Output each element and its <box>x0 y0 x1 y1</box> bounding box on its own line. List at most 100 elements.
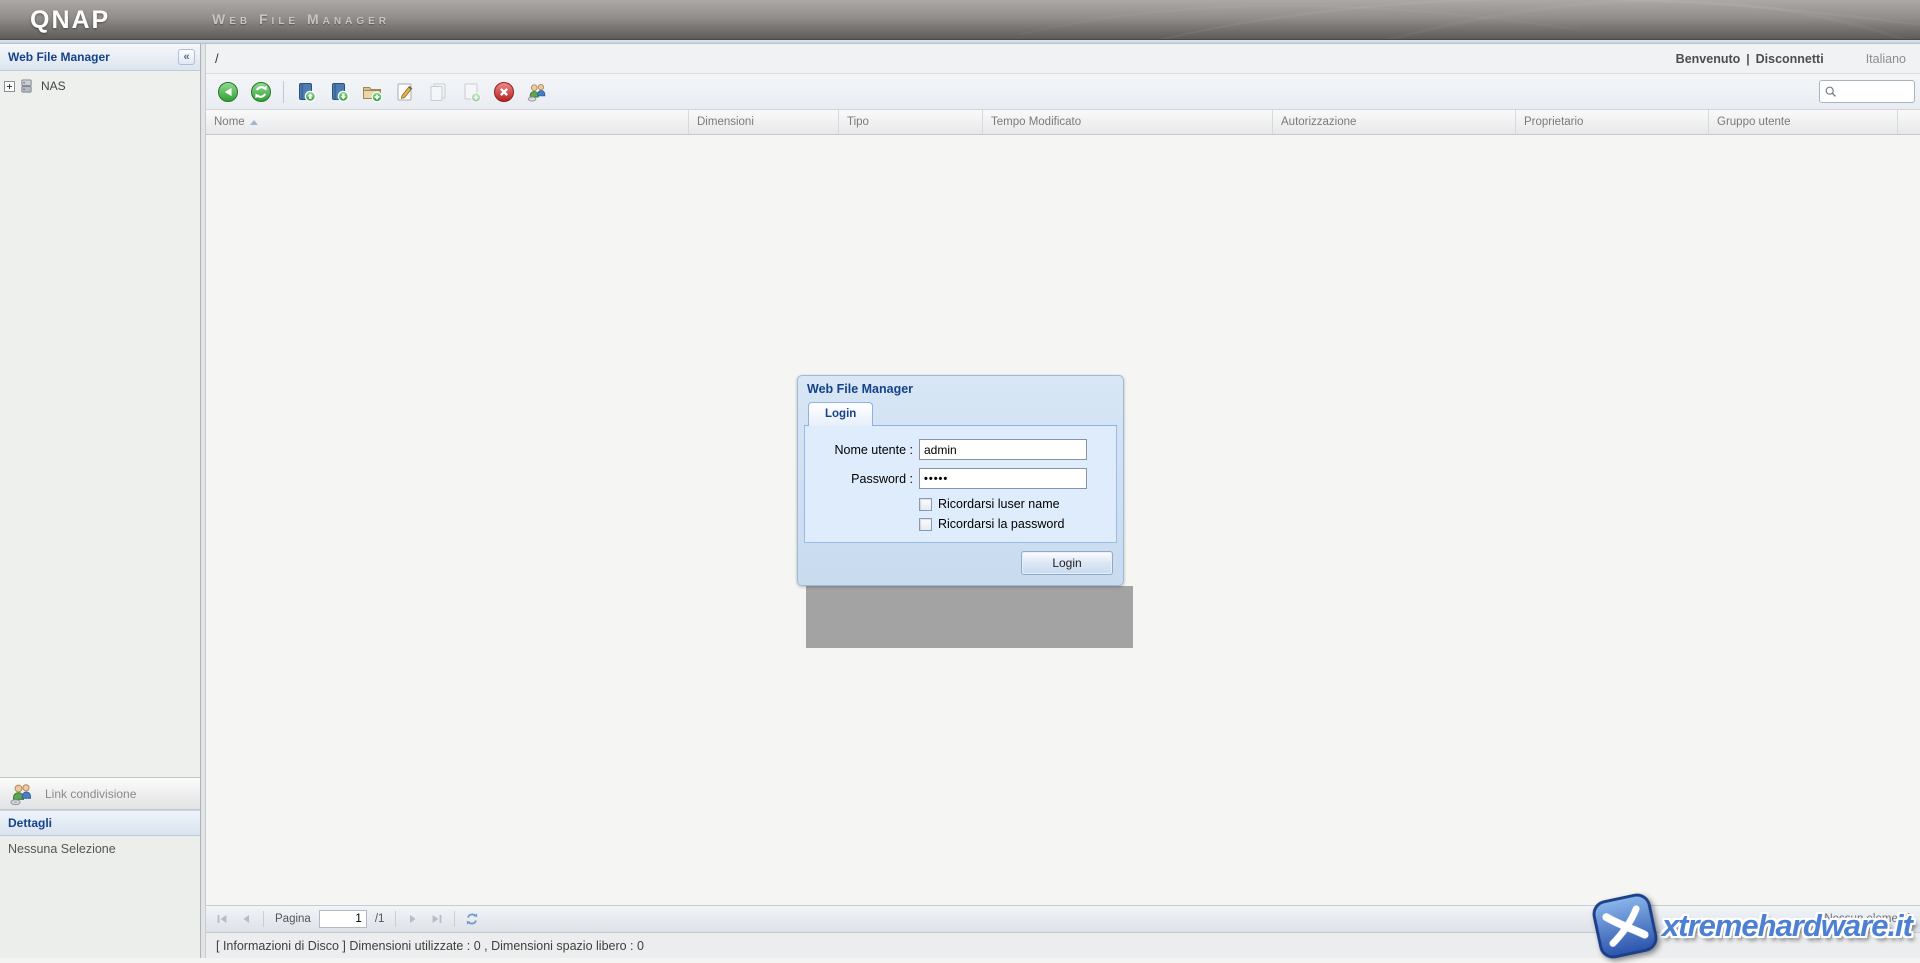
app-title: Web File Manager <box>212 11 390 27</box>
disk-info-text: [ Informazioni di Disco ] Dimensioni uti… <box>216 939 644 953</box>
logout-link[interactable]: Disconnetti <box>1756 52 1824 66</box>
status-bar: [ Informazioni di Disco ] Dimensioni uti… <box>206 932 1920 958</box>
paging-separator <box>263 911 264 927</box>
details-empty-text: Nessuna Selezione <box>8 842 116 856</box>
share-link-label[interactable]: Link condivisione <box>45 787 136 801</box>
download-button[interactable] <box>325 78 353 106</box>
new-folder-icon <box>361 81 383 103</box>
tab-login[interactable]: Login <box>808 402 873 426</box>
grid-refresh-icon <box>464 911 480 927</box>
remember-username-label: Ricordarsi luser name <box>938 497 1060 511</box>
share-link-icon <box>526 81 548 103</box>
delete-icon <box>493 81 515 103</box>
details-panel: Nessuna Selezione <box>0 836 200 958</box>
search-input[interactable] <box>1838 86 1908 98</box>
copy-button[interactable] <box>424 78 452 106</box>
search-box <box>1819 80 1915 103</box>
username-field[interactable] <box>919 439 1087 460</box>
username-label: Nome utente : <box>805 443 913 457</box>
sidebar: Web File Manager « NAS <box>0 44 201 958</box>
login-button[interactable]: Login <box>1021 551 1113 575</box>
upload-icon <box>295 81 317 103</box>
login-form: Nome utente : Password : Ricordarsi luse… <box>804 426 1117 543</box>
first-page-icon <box>214 911 230 927</box>
folder-tree: NAS <box>0 71 200 777</box>
paging-separator <box>395 911 396 927</box>
last-page-button[interactable] <box>427 909 447 929</box>
nas-server-icon <box>19 78 34 94</box>
toolbar-separator <box>283 81 284 103</box>
column-header-proprietario[interactable]: Proprietario <box>1516 110 1709 134</box>
column-label: Tipo <box>847 110 869 134</box>
dialog-footer: Login <box>798 543 1123 583</box>
welcome-link[interactable]: Benvenuto <box>1676 52 1741 66</box>
column-header-tipo[interactable]: Tipo <box>839 110 983 134</box>
tree-node-nas[interactable]: NAS <box>4 77 196 95</box>
paging-status-text: Nessun elementi <box>1824 913 1910 925</box>
page-total-label: /1 <box>375 913 385 925</box>
column-label: Autorizzazione <box>1281 110 1356 134</box>
column-header-autorizzazione[interactable]: Autorizzazione <box>1273 110 1516 134</box>
column-header-dimensioni[interactable]: Dimensioni <box>689 110 839 134</box>
remember-password-checkbox[interactable] <box>919 518 932 531</box>
rename-button[interactable] <box>391 78 419 106</box>
new-folder-button[interactable] <box>358 78 386 106</box>
breadcrumb: / <box>215 51 1676 66</box>
delete-button[interactable] <box>490 78 518 106</box>
toolbar <box>206 74 1920 110</box>
grid-header: Nome Dimensioni Tipo Tempo Modificato Au… <box>206 110 1920 135</box>
path-bar: / Benvenuto | Disconnetti Italiano <box>206 44 1920 74</box>
share-link-bar[interactable]: Link condivisione <box>0 777 200 810</box>
grid-refresh-button[interactable] <box>462 909 482 929</box>
prev-page-icon <box>238 911 254 927</box>
column-header-spacer <box>1898 110 1920 134</box>
paste-icon <box>460 81 482 103</box>
rename-icon <box>394 81 416 103</box>
first-page-button[interactable] <box>212 909 232 929</box>
page-number-input[interactable] <box>319 910 367 928</box>
upload-button[interactable] <box>292 78 320 106</box>
next-page-button[interactable] <box>403 909 423 929</box>
password-field[interactable] <box>919 468 1087 489</box>
qnap-logo: QNAP <box>30 6 110 35</box>
copy-icon <box>427 81 449 103</box>
login-dialog: Web File Manager Login Nome utente : Pas… <box>797 375 1124 586</box>
refresh-icon <box>250 81 272 103</box>
dialog-tabstrip: Login <box>804 402 1117 426</box>
paging-toolbar: Pagina /1 <box>206 905 1920 932</box>
details-title: Dettagli <box>8 816 52 830</box>
page-label: Pagina <box>275 913 311 925</box>
sidebar-title: Web File Manager <box>8 50 178 64</box>
column-header-nome[interactable]: Nome <box>206 110 689 134</box>
sidebar-collapse-button[interactable]: « <box>178 49 195 65</box>
tree-expander-icon[interactable] <box>4 81 15 92</box>
brand-header: QNAP Web File Manager <box>0 0 1920 40</box>
column-label: Gruppo utente <box>1717 110 1791 134</box>
column-label: Nome <box>214 110 245 134</box>
tree-node-label[interactable]: NAS <box>38 79 66 93</box>
link-divider: | <box>1746 52 1749 66</box>
search-icon <box>1824 85 1838 99</box>
back-button[interactable] <box>214 78 242 106</box>
refresh-button[interactable] <box>247 78 275 106</box>
details-header: Dettagli <box>0 810 200 836</box>
back-icon <box>217 81 239 103</box>
download-icon <box>328 81 350 103</box>
share-people-icon <box>8 782 35 806</box>
last-page-icon <box>429 911 445 927</box>
column-label: Tempo Modificato <box>991 110 1081 134</box>
column-label: Proprietario <box>1524 110 1583 134</box>
remember-password-label: Ricordarsi la password <box>938 517 1064 531</box>
paste-button[interactable] <box>457 78 485 106</box>
column-header-gruppo-utente[interactable]: Gruppo utente <box>1709 110 1898 134</box>
prev-page-button[interactable] <box>236 909 256 929</box>
share-link-button[interactable] <box>523 78 551 106</box>
next-page-icon <box>405 911 421 927</box>
remember-username-checkbox[interactable] <box>919 498 932 511</box>
column-header-tempo-modificato[interactable]: Tempo Modificato <box>983 110 1273 134</box>
column-label: Dimensioni <box>697 110 754 134</box>
dialog-title: Web File Manager <box>798 376 1123 402</box>
language-selector[interactable]: Italiano <box>1866 52 1906 66</box>
header-swoosh-decor <box>1020 0 1920 40</box>
paging-separator <box>454 911 455 927</box>
